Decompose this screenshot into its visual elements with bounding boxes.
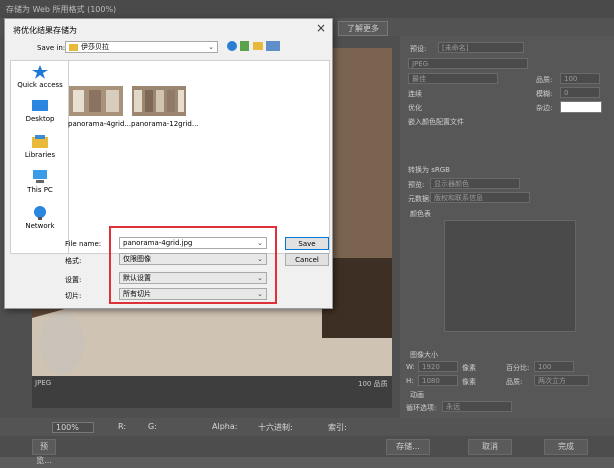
place-desktop[interactable]: Desktop	[11, 99, 69, 123]
slices-label: 切片:	[65, 292, 82, 300]
file-thumbnail[interactable]	[69, 86, 123, 116]
new-folder-icon[interactable]	[253, 42, 263, 50]
save-in-select[interactable]: 伊莎贝拉 ⌄	[65, 41, 218, 53]
percent-input[interactable]: 100	[534, 361, 574, 372]
view-menu-icon[interactable]	[266, 41, 280, 51]
optimize-panel: 预设: [未命名] JPEG 最佳 品质: 100 连续 模糊: 0 优化 杂边…	[400, 36, 614, 418]
preview-select[interactable]: 显示器颜色	[430, 178, 520, 189]
width-label: W:	[406, 363, 415, 371]
r-label: R:	[118, 422, 127, 431]
preview-info: JPEG 100 品质	[32, 376, 392, 408]
blur-input[interactable]: 0	[560, 87, 600, 98]
computer-icon	[33, 170, 47, 183]
preview-button[interactable]: 预览...	[32, 439, 56, 465]
file-name-label[interactable]: panorama-12grid...	[131, 120, 199, 128]
cancel-button[interactable]: Cancel	[285, 253, 329, 266]
ps-cancel-button[interactable]: 取消	[468, 439, 512, 455]
window-titlebar: 存储为 Web 所用格式 (100%)	[0, 0, 614, 18]
info-quality: 100 品质	[358, 380, 388, 388]
button-bar	[0, 436, 614, 457]
quality-input[interactable]: 100	[560, 73, 600, 84]
back-icon[interactable]	[227, 41, 237, 51]
place-label: This PC	[27, 186, 53, 194]
index-label: 索引:	[328, 423, 347, 432]
percent-label: 百分比:	[506, 364, 530, 372]
folder-icon	[69, 43, 78, 51]
place-label: Quick access	[17, 81, 63, 89]
star-icon	[32, 65, 48, 79]
image-size-label: 图像大小	[410, 351, 438, 359]
progressive-checkbox[interactable]: 连续	[408, 89, 422, 99]
file-thumbnail[interactable]	[132, 86, 186, 116]
close-icon[interactable]: ×	[316, 21, 326, 35]
info-format: JPEG	[35, 379, 52, 387]
color-table	[444, 220, 576, 332]
desktop-icon	[32, 100, 48, 111]
width-unit: 像素	[462, 364, 476, 372]
window-title: 存储为 Web 所用格式 (100%)	[6, 5, 117, 14]
place-label: Network	[25, 222, 55, 230]
metadata-label: 元数据:	[408, 195, 432, 203]
height-label: H:	[406, 377, 414, 385]
loop-label: 循环选项:	[406, 404, 437, 412]
save-in-value: 伊莎贝拉	[81, 43, 109, 51]
dialog-title: 将优化结果存储为	[13, 26, 77, 35]
resample-select[interactable]: 两次立方	[534, 375, 589, 386]
loop-select[interactable]: 永远	[442, 401, 512, 412]
color-table-label: 颜色表	[410, 210, 431, 218]
preset-label: 预设:	[410, 45, 427, 53]
ps-save-button[interactable]: 存储...	[386, 439, 430, 455]
learn-more-button[interactable]: 了解更多	[338, 21, 388, 36]
done-button[interactable]: 完成	[544, 439, 588, 455]
embed-profile-checkbox[interactable]: 嵌入颜色配置文件	[408, 117, 464, 127]
quality-level-select[interactable]: 最佳	[408, 73, 498, 84]
file-name-field-label: File name:	[65, 240, 102, 248]
quality-label: 品质:	[536, 76, 553, 84]
matte-label: 杂边:	[536, 104, 553, 112]
file-name-label[interactable]: panorama-4grid...	[68, 120, 131, 128]
highlight-box	[109, 226, 277, 304]
animation-label: 动画	[410, 391, 424, 399]
zoom-select[interactable]: 100%	[52, 422, 94, 433]
metadata-select[interactable]: 版权和联系信息	[430, 192, 530, 203]
width-input[interactable]: 1920	[418, 361, 458, 372]
places-bar: Quick access Desktop Libraries This PC N…	[10, 60, 70, 254]
zoom-bar: 100% R: G: Alpha: 十六进制: 索引:	[0, 418, 614, 436]
blur-label: 模糊:	[536, 90, 553, 98]
place-label: Libraries	[24, 151, 56, 159]
chevron-down-icon: ⌄	[208, 43, 214, 51]
matte-swatch[interactable]	[560, 101, 602, 113]
g-label: G:	[148, 422, 157, 431]
place-quick-access[interactable]: Quick access	[11, 65, 69, 89]
preset-select[interactable]: [未命名]	[438, 42, 524, 53]
height-unit: 像素	[462, 378, 476, 386]
up-folder-icon[interactable]	[240, 41, 249, 51]
height-input[interactable]: 1080	[418, 375, 458, 386]
settings-label: 设置:	[65, 276, 82, 284]
optimized-checkbox[interactable]: 优化	[408, 103, 422, 113]
convert-srgb-checkbox[interactable]: 转换为 sRGB	[408, 165, 450, 175]
place-libraries[interactable]: Libraries	[11, 135, 69, 159]
save-button[interactable]: Save	[285, 237, 329, 250]
network-icon	[34, 206, 46, 220]
alpha-label: Alpha:	[212, 422, 238, 431]
place-this-pc[interactable]: This PC	[11, 170, 69, 194]
hex-label: 十六进制:	[258, 423, 293, 432]
preview-label: 预览:	[408, 181, 425, 189]
resample-label: 品质:	[506, 378, 523, 386]
place-label: Desktop	[25, 115, 55, 123]
format-select[interactable]: JPEG	[408, 58, 528, 69]
format-label: 格式:	[65, 257, 82, 265]
libraries-icon	[32, 135, 48, 148]
save-in-label: Save in:	[37, 44, 66, 52]
place-network[interactable]: Network	[11, 206, 69, 230]
